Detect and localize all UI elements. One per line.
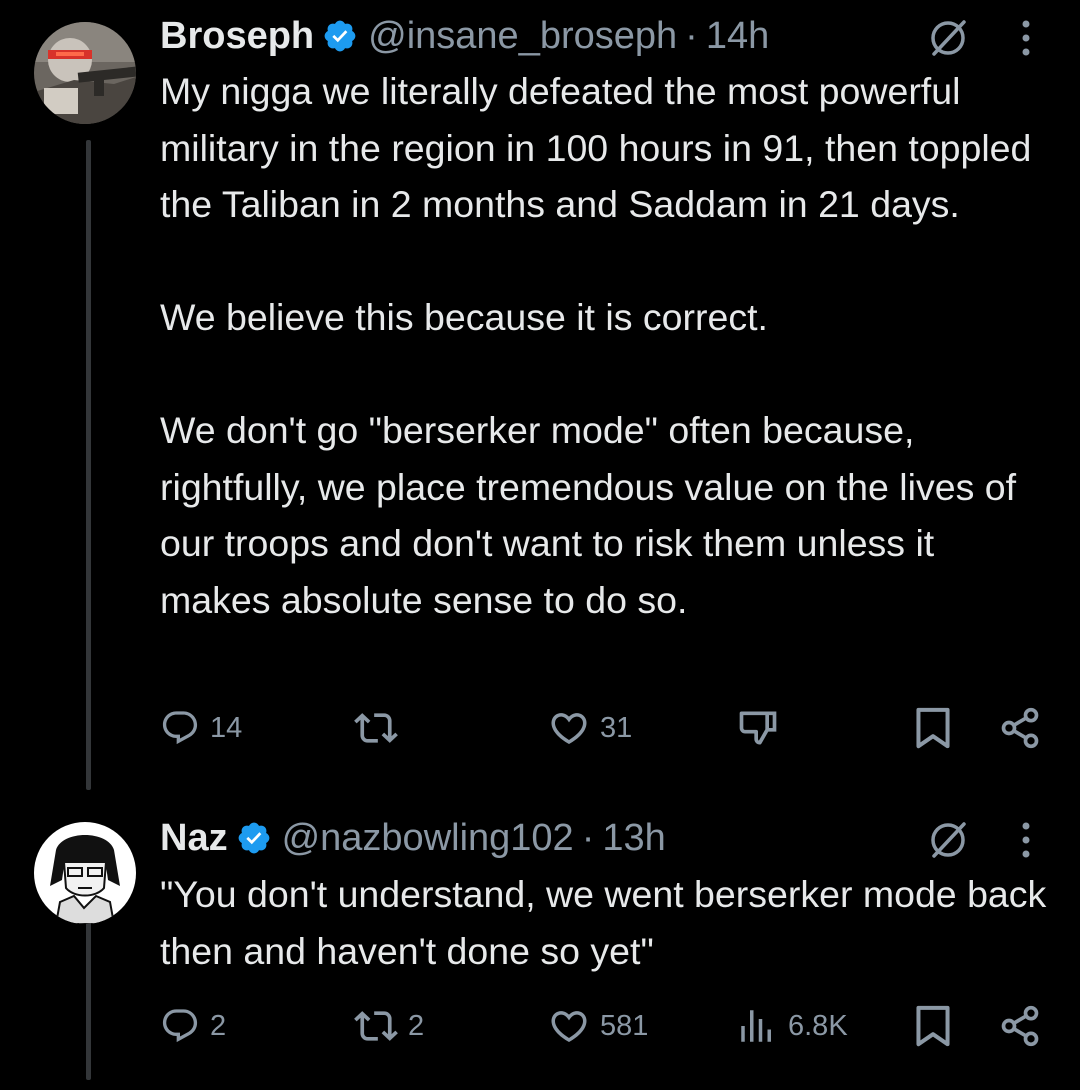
tweet-paragraph: My nigga we literally defeated the most … [160,70,1032,225]
tweet-text: My nigga we literally defeated the most … [160,63,1050,628]
repost-button[interactable] [354,703,398,753]
bookmark-icon [913,706,953,750]
verified-badge-icon [236,820,272,856]
views-button[interactable]: 6.8K [736,1001,848,1051]
reply-button[interactable]: 2 [160,1001,226,1051]
tweet-header: Naz @nazbowling102 · 13h [160,814,666,862]
separator-dot: · [581,816,595,859]
avatar-broseph[interactable] [34,22,136,124]
tweet-1[interactable]: Broseph @insane_broseph · 14h My nigga w… [0,0,1080,800]
heart-icon [548,707,590,749]
bookmark-button[interactable] [913,1001,953,1051]
more-options-icon[interactable] [1020,18,1032,58]
tweet-text: "You don't understand, we went berserker… [160,866,1050,979]
reply-button[interactable]: 14 [160,703,242,753]
tweet-2[interactable]: Naz @nazbowling102 · 13h "You don't unde… [0,800,1080,1090]
verified-badge-icon [322,18,358,54]
reply-icon [160,708,200,748]
like-count: 581 [600,1009,649,1042]
repost-icon [354,706,398,750]
more-options-icon[interactable] [1020,820,1032,860]
downvote-button[interactable] [736,703,780,753]
timestamp[interactable]: 14h [706,15,769,58]
bookmark-button[interactable] [913,703,953,753]
like-button[interactable]: 581 [548,1001,648,1051]
repost-icon [354,1004,398,1048]
author-handle[interactable]: @nazbowling102 [282,817,574,860]
reply-count: 14 [210,711,243,744]
share-icon [998,1004,1042,1048]
like-count: 31 [600,711,633,744]
tweet-paragraph: We don't go "berserker mode" often becau… [160,409,1017,621]
tweet-paragraph: "You don't understand, we went berserker… [160,873,1047,972]
reply-icon [160,1006,200,1046]
reply-count: 2 [210,1009,227,1042]
grok-icon[interactable] [928,18,968,58]
avatar-naz-image [34,822,136,924]
grok-icon[interactable] [928,820,968,860]
views-icon [736,1005,778,1047]
author-name[interactable]: Naz [160,817,228,860]
avatar-broseph-image [34,22,136,124]
repost-button[interactable]: 2 [354,1001,424,1051]
avatar-naz[interactable] [34,822,136,924]
downvote-icon [736,706,780,750]
timestamp[interactable]: 13h [602,817,665,860]
share-button[interactable] [998,1001,1042,1051]
like-button[interactable]: 31 [548,703,632,753]
share-button[interactable] [998,703,1042,753]
views-count: 6.8K [788,1009,848,1042]
tweet-header: Broseph @insane_broseph · 14h [160,12,769,60]
tweet-actions: 2 2 581 6.8K [0,1001,1080,1051]
bookmark-icon [913,1004,953,1048]
author-handle[interactable]: @insane_broseph [368,15,677,58]
share-icon [998,706,1042,750]
separator-dot: · [685,14,698,57]
heart-icon [548,1005,590,1047]
repost-count: 2 [408,1009,425,1042]
tweet-actions: 14 31 [0,703,1080,753]
tweet-paragraph: We believe this because it is correct. [160,296,768,338]
author-name[interactable]: Broseph [160,15,314,58]
